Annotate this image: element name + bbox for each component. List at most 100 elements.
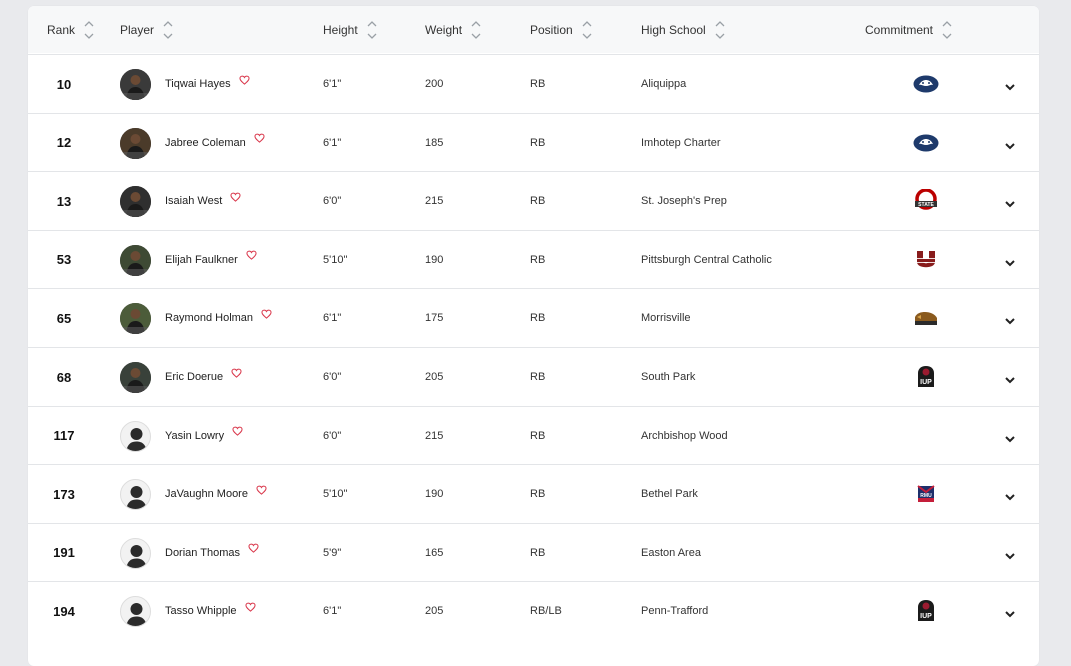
player-name[interactable]: Eric Doerue — [165, 371, 223, 383]
player-name[interactable]: JaVaughn Moore — [165, 488, 248, 500]
table-row: 68 Eric Doerue 6'0" 205 RB South Park IUP — [28, 347, 1039, 406]
position-value: RB — [530, 546, 546, 559]
col-commitment-header[interactable]: Commitment — [865, 6, 953, 53]
player-name[interactable]: Elijah Faulkner — [165, 254, 238, 266]
chevron-down-icon[interactable] — [1004, 79, 1016, 91]
school-value: Bethel Park — [641, 488, 698, 501]
height-value: 6'1" — [323, 605, 342, 618]
player-name-cell[interactable]: Jabree Coleman — [165, 114, 265, 172]
player-name[interactable]: Jabree Coleman — [165, 137, 246, 149]
player-name-cell[interactable]: JaVaughn Moore — [165, 465, 267, 523]
player-name-cell[interactable]: Dorian Thomas — [165, 524, 259, 582]
player-name[interactable]: Yasin Lowry — [165, 430, 224, 442]
chevron-down-icon[interactable] — [1004, 489, 1016, 501]
heart-icon[interactable] — [232, 426, 243, 439]
player-name-cell[interactable]: Elijah Faulkner — [165, 231, 257, 289]
avatar[interactable] — [120, 362, 151, 393]
school-value: St. Joseph's Prep — [641, 195, 727, 208]
penn-state-logo[interactable] — [912, 131, 940, 155]
chevron-down-icon[interactable] — [1004, 606, 1016, 618]
sort-icon[interactable] — [366, 19, 378, 41]
sort-icon[interactable] — [162, 19, 174, 41]
chevron-down-icon[interactable] — [1004, 196, 1016, 208]
player-name-cell[interactable]: Yasin Lowry — [165, 407, 243, 465]
svg-text:IUP: IUP — [920, 613, 932, 620]
player-name[interactable]: Raymond Holman — [165, 312, 253, 324]
col-rank-label: Rank — [47, 22, 76, 37]
heart-icon[interactable] — [254, 133, 265, 146]
rank-value: 117 — [53, 428, 75, 444]
chevron-down-icon[interactable] — [1004, 255, 1016, 267]
col-position-header[interactable]: Position — [530, 6, 593, 53]
avatar[interactable] — [120, 596, 151, 628]
iup-logo[interactable]: IUP — [912, 365, 940, 389]
height-value: 6'0" — [323, 429, 342, 442]
player-name-cell[interactable]: Tasso Whipple — [165, 582, 256, 640]
table-row: 117 Yasin Lowry 6'0" 215 RB Archbishop Wood — [28, 405, 1039, 465]
sort-icon[interactable] — [83, 19, 95, 41]
sort-icon[interactable] — [941, 19, 953, 41]
avatar[interactable] — [120, 186, 151, 218]
player-name-cell[interactable]: Eric Doerue — [165, 348, 242, 406]
commitment-empty[interactable] — [912, 541, 940, 565]
player-name[interactable]: Tasso Whipple — [165, 605, 237, 617]
avatar[interactable] — [120, 420, 151, 452]
sort-icon[interactable] — [470, 19, 482, 41]
avatar[interactable] — [120, 244, 151, 276]
height-value: 6'1" — [323, 312, 342, 325]
player-name[interactable]: Dorian Thomas — [165, 547, 240, 559]
col-player-header[interactable]: Player — [120, 6, 174, 53]
table-row: 65 Raymond Holman 6'1" 175 RB Morrisville — [28, 288, 1039, 347]
player-name-cell[interactable]: Isaiah West — [165, 172, 241, 230]
rank-value: 10 — [56, 76, 72, 92]
umass-logo[interactable] — [912, 248, 940, 272]
chevron-down-icon[interactable] — [1004, 313, 1016, 325]
heart-icon[interactable] — [246, 250, 257, 263]
avatar[interactable] — [120, 69, 151, 100]
sort-icon[interactable] — [581, 19, 593, 41]
bison-logo[interactable] — [912, 306, 940, 330]
avatar[interactable] — [120, 537, 151, 569]
school-value: Imhotep Charter — [641, 136, 721, 149]
position-value: RB — [530, 312, 546, 325]
rank-value: 68 — [56, 369, 72, 385]
player-name[interactable]: Isaiah West — [165, 195, 222, 207]
table-row: 12 Jabree Coleman 6'1" 185 RB Imhotep Charter — [28, 112, 1039, 172]
iup-logo[interactable]: IUP — [912, 599, 940, 623]
school-value: Penn-Trafford — [641, 605, 709, 618]
heart-icon[interactable] — [261, 309, 272, 322]
chevron-down-icon[interactable] — [1004, 372, 1016, 384]
col-weight-header[interactable]: Weight — [425, 6, 482, 53]
table-row: 191 Dorian Thomas 5'9" 165 RB Easton Area — [28, 522, 1039, 582]
chevron-down-icon[interactable] — [1004, 548, 1016, 560]
heart-icon[interactable] — [230, 192, 241, 205]
col-school-header[interactable]: High School — [641, 6, 726, 53]
position-value: RB — [530, 195, 546, 208]
height-value: 6'1" — [323, 78, 342, 90]
avatar[interactable] — [120, 479, 151, 511]
heart-icon[interactable] — [239, 75, 250, 88]
chevron-down-icon[interactable] — [1004, 138, 1016, 150]
commitment-empty[interactable] — [912, 424, 940, 448]
chevron-down-icon[interactable] — [1004, 431, 1016, 443]
height-value: 5'10" — [323, 253, 348, 266]
col-rank-header[interactable]: Rank — [47, 6, 95, 53]
svg-text:RMU: RMU — [920, 493, 932, 499]
penn-state-logo[interactable] — [912, 72, 940, 96]
ohio-state-logo[interactable]: STATE — [912, 189, 940, 213]
player-name-cell[interactable]: Tiqwai Hayes — [165, 55, 250, 113]
player-name-cell[interactable]: Raymond Holman — [165, 289, 272, 347]
avatar[interactable] — [120, 127, 151, 159]
heart-icon[interactable] — [248, 543, 259, 556]
school-value: South Park — [641, 371, 696, 383]
player-name[interactable]: Tiqwai Hayes — [165, 78, 231, 90]
robert-morris-logo[interactable]: RMU — [912, 482, 940, 506]
col-height-header[interactable]: Height — [323, 6, 378, 53]
sort-icon[interactable] — [714, 19, 726, 41]
weight-value: 205 — [425, 371, 444, 383]
heart-icon[interactable] — [245, 602, 256, 615]
heart-icon[interactable] — [256, 485, 267, 498]
avatar[interactable] — [120, 303, 151, 335]
heart-icon[interactable] — [231, 368, 242, 381]
col-height-label: Height — [323, 22, 358, 37]
